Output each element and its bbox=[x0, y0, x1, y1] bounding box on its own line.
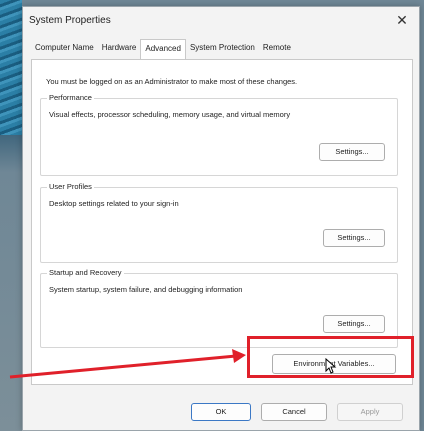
mouse-cursor-icon bbox=[325, 358, 337, 374]
arrow-icon bbox=[9, 349, 246, 379]
